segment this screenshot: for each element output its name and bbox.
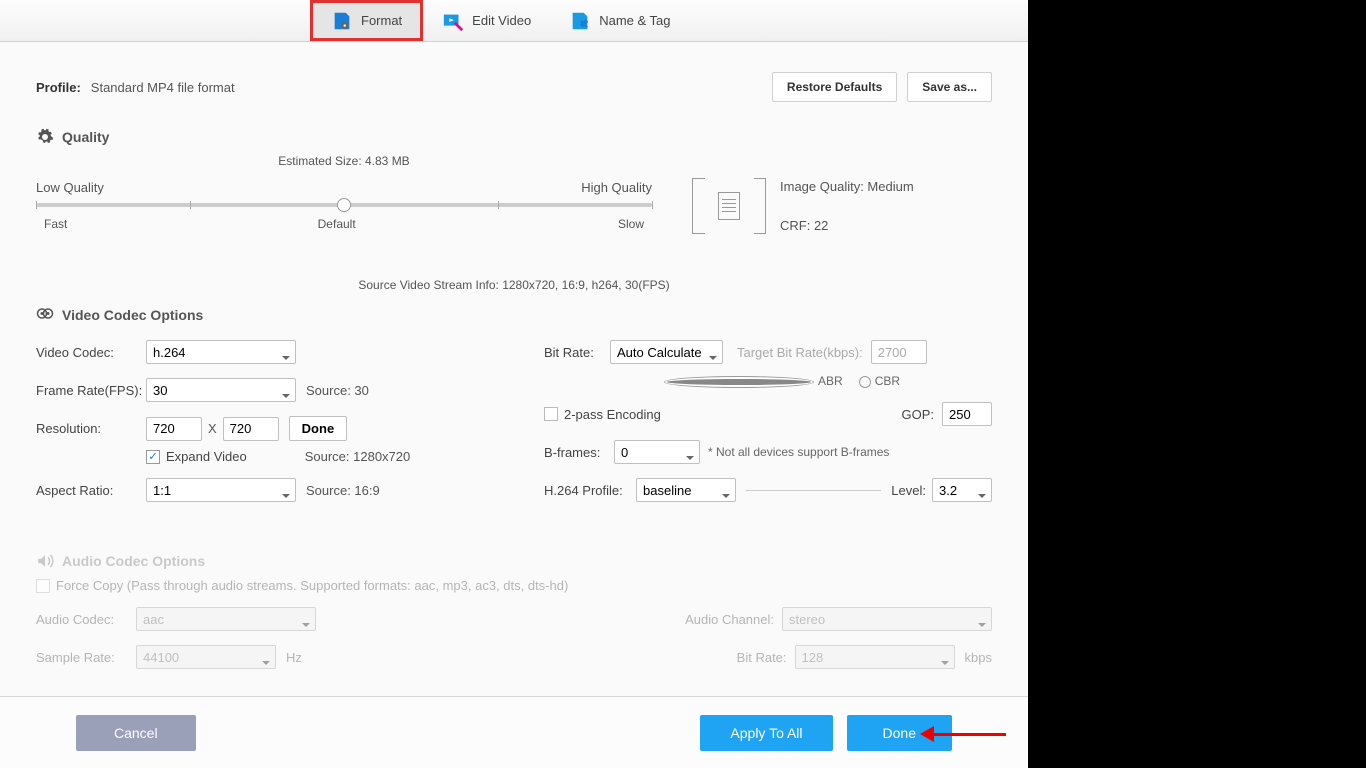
cbr-radio[interactable] [859, 376, 871, 388]
tabs-bar: Format Edit Video Name & Tag [0, 0, 1028, 42]
high-quality-label: High Quality [581, 180, 652, 195]
bframes-select[interactable]: 0 [614, 440, 700, 464]
fps-select[interactable]: 30 [146, 378, 296, 402]
h264-profile-label: H.264 Profile: [544, 483, 636, 498]
resolution-width-input[interactable] [146, 417, 202, 441]
bracket-decoration [692, 178, 704, 234]
audio-channel-select[interactable]: stereo [782, 607, 992, 631]
edit-video-icon [442, 10, 464, 32]
crf-text: CRF: 22 [780, 218, 914, 233]
expand-video-checkbox[interactable]: ✓ [146, 450, 160, 464]
tab-edit-video[interactable]: Edit Video [423, 0, 550, 41]
h264-profile-select[interactable]: baseline [636, 478, 736, 502]
bframes-label: B-frames: [544, 445, 614, 460]
film-icon [36, 306, 54, 324]
twopass-label: 2-pass Encoding [564, 407, 661, 422]
video-codec-select[interactable]: h.264 [146, 340, 296, 364]
arrow-annotation [920, 726, 1006, 742]
abr-radio[interactable] [664, 376, 814, 388]
bitrate-select[interactable]: Auto Calculate [610, 340, 723, 364]
gop-label: GOP: [901, 407, 934, 422]
target-bitrate-label: Target Bit Rate(kbps): [737, 345, 863, 360]
restore-defaults-button[interactable]: Restore Defaults [772, 72, 897, 102]
fps-source: Source: 30 [306, 383, 369, 398]
cancel-button[interactable]: Cancel [76, 715, 196, 751]
speaker-icon [36, 552, 54, 570]
fast-label: Fast [44, 217, 67, 231]
video-codec-heading: Video Codec Options [36, 306, 992, 324]
tab-tag-label: Name & Tag [599, 13, 670, 28]
gear-icon [36, 128, 54, 146]
quality-slider[interactable]: Low Quality High Quality Fast Default [36, 180, 652, 231]
low-quality-label: Low Quality [36, 180, 104, 195]
audio-bitrate-select[interactable]: 128 [795, 645, 955, 669]
force-copy-label: Force Copy (Pass through audio streams. … [56, 578, 568, 593]
aspect-ratio-select[interactable]: 1:1 [146, 478, 296, 502]
slider-thumb[interactable] [337, 198, 351, 212]
bitrate-label: Bit Rate: [544, 345, 610, 360]
audio-channel-label: Audio Channel: [685, 612, 774, 627]
kbps-label: kbps [965, 650, 992, 665]
save-as-button[interactable]: Save as... [907, 72, 992, 102]
target-bitrate-input[interactable] [871, 340, 927, 364]
default-label: Default [318, 217, 356, 231]
aspect-ratio-source: Source: 16:9 [306, 483, 380, 498]
gop-input[interactable] [942, 402, 992, 426]
tab-format-label: Format [361, 13, 402, 28]
tab-format[interactable]: Format [310, 0, 423, 41]
resolution-done-button[interactable]: Done [289, 416, 348, 441]
resolution-label: Resolution: [36, 421, 146, 436]
apply-to-all-button[interactable]: Apply To All [700, 715, 832, 751]
fps-label: Frame Rate(FPS): [36, 383, 146, 398]
profile-value: Standard MP4 file format [91, 80, 235, 95]
format-icon [331, 10, 353, 32]
level-label: Level: [891, 483, 926, 498]
level-select[interactable]: 3.2 [932, 478, 992, 502]
resolution-source: Source: 1280x720 [305, 449, 411, 464]
slow-label: Slow [618, 217, 644, 231]
hz-label: Hz [286, 650, 302, 665]
audio-codec-heading: Audio Codec Options [36, 552, 992, 570]
tab-edit-label: Edit Video [472, 13, 531, 28]
quality-heading: Quality [36, 128, 992, 146]
expand-video-label: Expand Video [166, 449, 247, 464]
bframes-note: * Not all devices support B-frames [708, 445, 889, 459]
twopass-checkbox[interactable] [544, 407, 558, 421]
audio-codec-select[interactable]: aac [136, 607, 316, 631]
aspect-ratio-label: Aspect Ratio: [36, 483, 146, 498]
audio-bitrate-label: Bit Rate: [737, 650, 787, 665]
image-quality-text: Image Quality: Medium [780, 179, 914, 194]
resolution-height-input[interactable] [223, 417, 279, 441]
sample-rate-select[interactable]: 44100 [136, 645, 276, 669]
stream-info: Source Video Stream Info: 1280x720, 16:9… [36, 278, 992, 292]
video-codec-label: Video Codec: [36, 345, 146, 360]
estimated-size: Estimated Size: 4.83 MB [36, 154, 652, 168]
sample-rate-label: Sample Rate: [36, 650, 136, 665]
tab-name-tag[interactable]: Name & Tag [550, 0, 689, 41]
profile-label: Profile: [36, 80, 81, 95]
force-copy-checkbox[interactable] [36, 579, 50, 593]
audio-codec-label: Audio Codec: [36, 612, 136, 627]
name-tag-icon [569, 10, 591, 32]
document-icon [718, 192, 740, 220]
